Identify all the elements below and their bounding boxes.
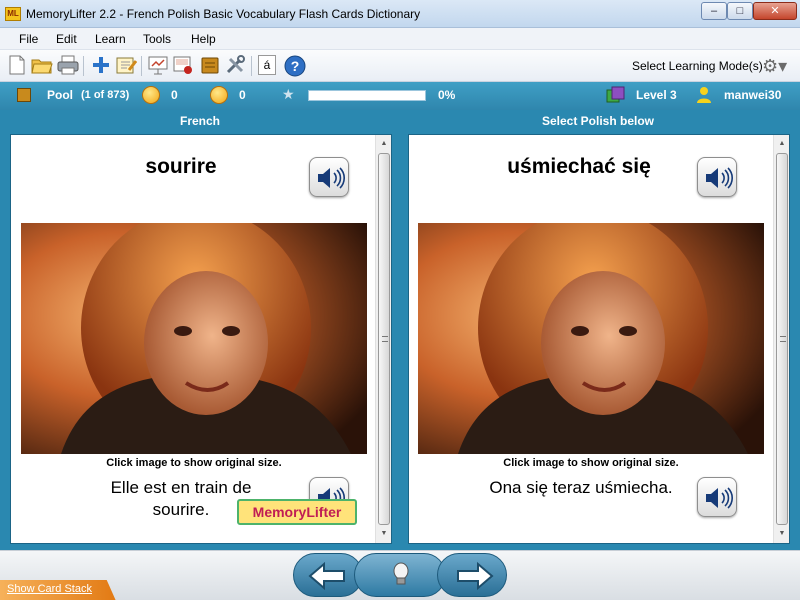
add-card-icon[interactable]	[90, 55, 112, 77]
image-caption: Click image to show original size.	[503, 457, 679, 469]
image-caption: Click image to show original size.	[106, 457, 282, 469]
menu-file[interactable]: File	[19, 32, 38, 46]
pool-count: (1 of 873)	[81, 89, 130, 101]
minimize-button[interactable]: –	[701, 2, 727, 20]
maximize-button[interactable]: □	[727, 2, 753, 20]
sad-face-icon	[210, 86, 228, 104]
memorylifter-logo: MemoryLifter	[237, 499, 357, 525]
toolbar-separator	[141, 56, 142, 76]
lightbulb-icon	[393, 562, 409, 585]
gear-icon[interactable]: ⚙▾	[762, 56, 787, 77]
show-card-stack-link[interactable]: Show Card Stack	[7, 583, 92, 595]
pool-label: Pool	[47, 88, 73, 102]
scroll-thumb[interactable]	[378, 153, 390, 525]
scroll-up-arrow[interactable]: ▲	[777, 139, 787, 149]
card-box-icon[interactable]	[199, 55, 221, 77]
speaker-icon	[318, 167, 345, 189]
menu-bar: File Edit Learn Tools Help	[0, 28, 800, 50]
play-sentence-audio-button[interactable]	[697, 477, 737, 517]
menu-learn[interactable]: Learn	[95, 32, 126, 46]
question-column-header: French	[179, 114, 220, 128]
menu-tools[interactable]: Tools	[143, 32, 171, 46]
speaker-icon	[706, 487, 733, 509]
scroll-thumb[interactable]	[776, 153, 788, 525]
close-button[interactable]: ✕	[753, 2, 797, 20]
speaker-icon	[706, 167, 733, 189]
help-icon[interactable]: ?	[284, 55, 306, 77]
answer-column-header: Select Polish below	[541, 114, 655, 128]
hint-button[interactable]	[354, 553, 446, 597]
presentation-icon[interactable]	[147, 55, 169, 77]
previous-card-button[interactable]	[293, 553, 363, 597]
menu-edit[interactable]: Edit	[56, 32, 77, 46]
menu-help[interactable]: Help	[191, 32, 216, 46]
happy-face-icon	[142, 86, 160, 104]
help-glyph: ?	[291, 58, 300, 74]
tools-icon[interactable]	[225, 55, 247, 77]
bottom-navigation: Show Card Stack	[0, 550, 800, 600]
app-logo-icon: ML	[5, 7, 21, 21]
window-title: MemoryLifter 2.2 - French Polish Basic V…	[26, 7, 421, 21]
toolbar-separator	[251, 56, 252, 76]
question-word: sourire	[145, 155, 217, 178]
user-icon	[696, 86, 712, 104]
card-box-icon	[17, 88, 31, 102]
answer-card: uśmiechać się Click image to show origin…	[408, 134, 790, 544]
toolbar-separator	[83, 56, 84, 76]
scroll-grip	[382, 336, 388, 342]
edit-card-icon[interactable]	[115, 55, 138, 77]
card-image[interactable]	[418, 223, 764, 454]
scroll-grip	[780, 336, 786, 342]
print-icon[interactable]	[57, 55, 79, 77]
slideshow-icon[interactable]	[172, 55, 194, 77]
star-icon: ★	[282, 86, 295, 102]
learning-mode-label[interactable]: Select Learning Mode(s)	[632, 59, 763, 73]
answer-scrollbar[interactable]: ▲ ▼	[773, 135, 789, 543]
scroll-down-arrow[interactable]: ▼	[777, 529, 787, 539]
card-image[interactable]	[21, 223, 367, 454]
show-card-stack-tab[interactable]: Show Card Stack	[0, 580, 116, 600]
next-card-button[interactable]	[437, 553, 507, 597]
open-folder-icon[interactable]	[31, 55, 53, 77]
scroll-down-arrow[interactable]: ▼	[379, 529, 389, 539]
toolbar: á ? Select Learning Mode(s) ⚙▾	[0, 50, 800, 82]
title-bar: ML MemoryLifter 2.2 - French Polish Basi…	[0, 0, 800, 28]
progress-percent: 0%	[438, 88, 456, 102]
happy-count: 0	[171, 88, 178, 102]
level-boxes-icon	[606, 86, 626, 104]
question-card: sourire Click image to show original siz…	[10, 134, 392, 544]
answer-example-sentence: Ona się teraz uśmiecha.	[489, 478, 673, 497]
special-characters-button[interactable]: á	[258, 55, 276, 75]
username: manwei30	[724, 88, 782, 102]
new-document-icon[interactable]	[6, 55, 28, 77]
play-word-audio-button[interactable]	[309, 157, 349, 197]
play-word-audio-button[interactable]	[697, 157, 737, 197]
flashcard-area: French Select Polish below sourire Click…	[0, 110, 800, 550]
question-scrollbar[interactable]: ▲ ▼	[375, 135, 391, 543]
arrow-left-icon	[308, 561, 345, 591]
scroll-up-arrow[interactable]: ▲	[379, 139, 389, 149]
progress-bar	[308, 90, 426, 101]
level-label: Level 3	[636, 88, 677, 102]
arrow-right-icon	[457, 561, 494, 591]
sad-count: 0	[239, 88, 246, 102]
answer-word: uśmiechać się	[507, 155, 651, 178]
